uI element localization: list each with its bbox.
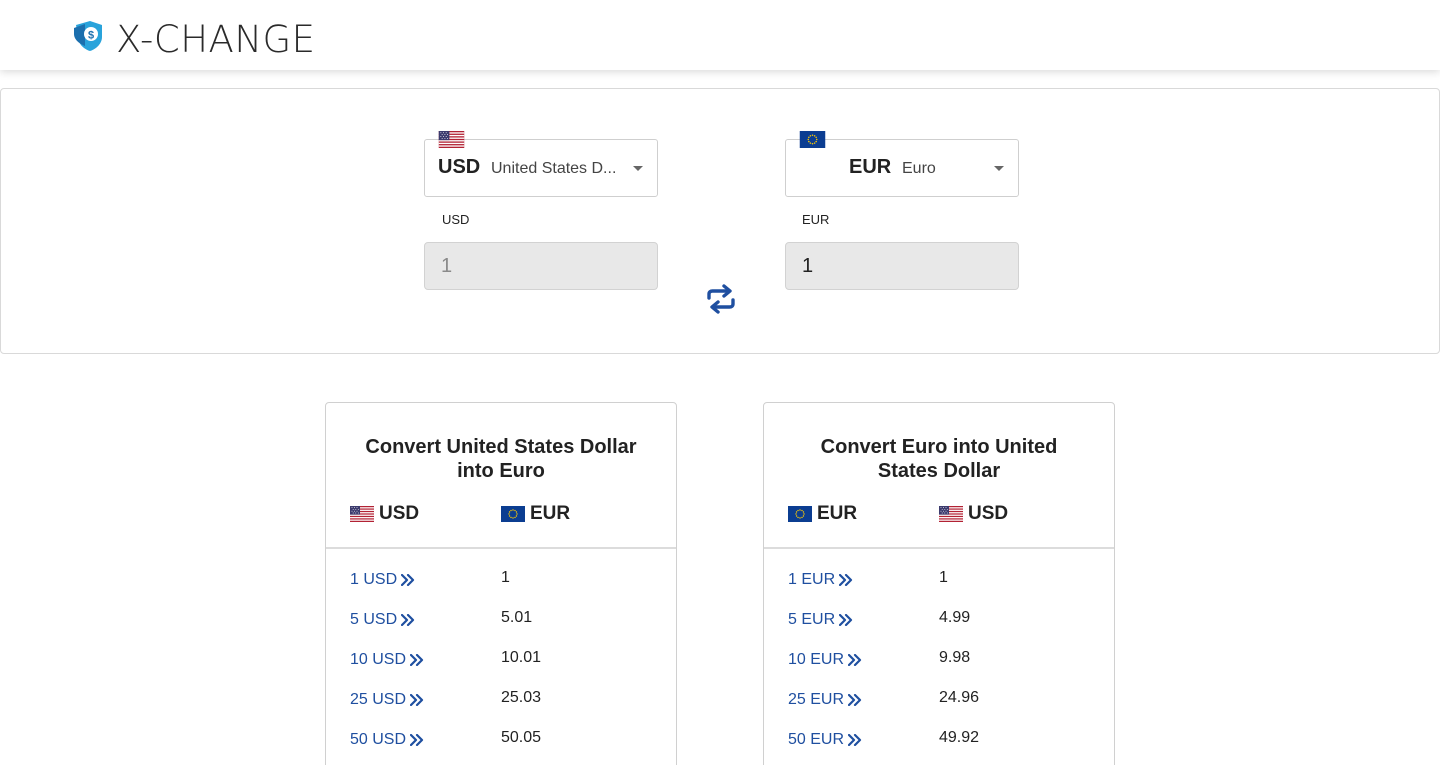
amount-link[interactable]: 25 EUR xyxy=(788,691,862,709)
amount-link-label: 50 USD xyxy=(350,731,407,748)
converted-value: 49.92 xyxy=(939,729,980,746)
converted-value: 10.01 xyxy=(501,649,542,666)
svg-text:$: $ xyxy=(88,29,94,41)
us-flag-icon xyxy=(939,506,963,522)
chevron-down-icon xyxy=(994,166,1004,171)
double-chevron-right-icon xyxy=(848,734,862,746)
converted-value: 50.05 xyxy=(501,729,542,746)
column-header-label: EUR xyxy=(530,503,571,524)
brand-logo[interactable]: $ X-CHANGE xyxy=(72,10,316,61)
converted-value: 9.98 xyxy=(939,649,971,666)
shield-dollar-icon: $ xyxy=(74,20,102,51)
double-chevron-right-icon xyxy=(839,614,853,626)
table-row: 5 EUR 4.99 xyxy=(764,609,1114,651)
column-header-to: EUR xyxy=(501,503,570,525)
double-chevron-right-icon xyxy=(410,734,424,746)
column-header-from: USD xyxy=(350,503,419,525)
amount-link[interactable]: 1 EUR xyxy=(788,571,853,589)
column-header-label: USD xyxy=(379,503,420,524)
column-header-to: USD xyxy=(939,503,1008,525)
table-row: 1 USD 1 xyxy=(326,569,676,611)
column-header-from: EUR xyxy=(788,503,857,525)
amount-link-label: 25 EUR xyxy=(788,691,845,708)
table-row: 10 USD 10.01 xyxy=(326,649,676,691)
amount-link[interactable]: 5 USD xyxy=(350,611,415,629)
divider xyxy=(326,547,676,549)
from-amount-label: USD xyxy=(442,212,470,227)
from-amount-input[interactable] xyxy=(424,242,658,290)
column-header-label: EUR xyxy=(817,503,858,524)
table-row: 25 USD 25.03 xyxy=(326,689,676,731)
amount-link-label: 50 EUR xyxy=(788,731,845,748)
double-chevron-right-icon xyxy=(848,694,862,706)
amount-link-label: 5 USD xyxy=(350,611,398,628)
amount-link[interactable]: 50 USD xyxy=(350,731,424,749)
amount-link[interactable]: 10 EUR xyxy=(788,651,862,669)
converted-value: 5.01 xyxy=(501,609,533,626)
amount-link[interactable]: 1 USD xyxy=(350,571,415,589)
table-row: 1 EUR 1 xyxy=(764,569,1114,611)
to-amount-input[interactable] xyxy=(785,242,1019,290)
amount-link-label: 10 EUR xyxy=(788,651,845,668)
swap-arrows-icon[interactable] xyxy=(703,281,739,317)
converted-value: 1 xyxy=(939,569,948,586)
from-currency-select[interactable]: USD United States D... xyxy=(424,139,658,197)
brand-name: X-CHANGE xyxy=(116,18,316,61)
eu-flag-icon xyxy=(501,506,525,522)
table-row: 25 EUR 24.96 xyxy=(764,689,1114,731)
to-amount-label: EUR xyxy=(802,212,830,227)
table-row: 5 USD 5.01 xyxy=(326,609,676,651)
us-flag-icon xyxy=(438,131,465,148)
amount-link-label: 10 USD xyxy=(350,651,407,668)
double-chevron-right-icon xyxy=(848,654,862,666)
converter-panel: USD United States D... EUR Euro USD EUR xyxy=(0,88,1440,354)
double-chevron-right-icon xyxy=(401,614,415,626)
converted-value: 4.99 xyxy=(939,609,971,626)
eu-flag-icon xyxy=(788,506,812,522)
double-chevron-right-icon xyxy=(410,654,424,666)
to-currency-select[interactable]: EUR Euro xyxy=(785,139,1019,197)
converted-value: 1 xyxy=(501,569,510,586)
amount-link[interactable]: 5 EUR xyxy=(788,611,853,629)
top-header: $ X-CHANGE xyxy=(0,0,1440,70)
converted-value: 25.03 xyxy=(501,689,542,706)
chevron-down-icon xyxy=(633,166,643,171)
us-flag-icon xyxy=(350,506,374,522)
table-title: Convert United States Dollar into Euro xyxy=(365,436,637,482)
amount-link[interactable]: 25 USD xyxy=(350,691,424,709)
table-row: 10 EUR 9.98 xyxy=(764,649,1114,691)
converted-value: 24.96 xyxy=(939,689,980,706)
from-currency-code: USD xyxy=(438,156,481,178)
amount-link-label: 1 USD xyxy=(350,571,398,588)
amount-link-label: 25 USD xyxy=(350,691,407,708)
column-header-label: USD xyxy=(968,503,1009,524)
double-chevron-right-icon xyxy=(401,574,415,586)
to-currency-name: Euro xyxy=(902,160,936,177)
amount-link[interactable]: 10 USD xyxy=(350,651,424,669)
double-chevron-right-icon xyxy=(410,694,424,706)
eu-flag-icon xyxy=(799,131,826,148)
to-currency-code: EUR xyxy=(849,156,892,178)
amount-link-label: 1 EUR xyxy=(788,571,836,588)
from-currency-name: United States D... xyxy=(491,160,617,177)
table-title: Convert Euro into United States Dollar xyxy=(820,436,1058,482)
eur-to-usd-table: Convert Euro into United States Dollar E… xyxy=(763,402,1115,765)
double-chevron-right-icon xyxy=(839,574,853,586)
amount-link[interactable]: 50 EUR xyxy=(788,731,862,749)
usd-to-eur-table: Convert United States Dollar into Euro U… xyxy=(325,402,677,765)
divider xyxy=(764,547,1114,549)
table-row: 50 EUR 49.92 xyxy=(764,729,1114,765)
amount-link-label: 5 EUR xyxy=(788,611,836,628)
table-row: 50 USD 50.05 xyxy=(326,729,676,765)
